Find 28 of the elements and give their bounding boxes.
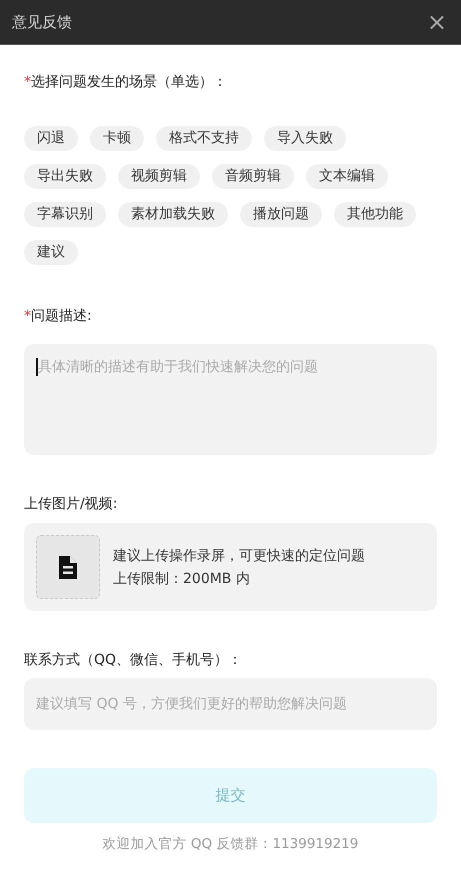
scene-option[interactable]: 格式不支持 <box>156 126 252 151</box>
placeholder-text: 具体清晰的描述有助于我们快速解决您的问题 <box>36 358 318 376</box>
upload-hint: 建议上传操作录屏，可更快速的定位问题 <box>113 546 365 564</box>
section-label: 联系方式（QQ、微信、手机号）： <box>24 651 242 669</box>
placeholder-text: 建议填写 QQ 号，方便我们更好的帮助您解决问题 <box>36 695 347 713</box>
scene-option[interactable]: 文本编辑 <box>306 164 388 189</box>
window-title: 意见反馈 <box>12 12 72 32</box>
scene-option[interactable]: 素材加载失败 <box>118 202 228 227</box>
section-label: 上传图片/视频: <box>24 495 118 513</box>
required-mark: * <box>24 308 31 324</box>
section-label: 选择问题发生的场景（单选）： <box>31 73 227 91</box>
scene-option[interactable]: 导入失败 <box>264 126 346 151</box>
scene-option[interactable]: 其他功能 <box>334 202 416 227</box>
scene-option[interactable]: 音频剪辑 <box>212 164 294 189</box>
upload-dropzone[interactable] <box>36 535 100 599</box>
document-icon <box>58 554 78 580</box>
scene-option[interactable]: 视频剪辑 <box>118 164 200 189</box>
close-button[interactable]: × <box>424 10 449 34</box>
section-label: 问题描述: <box>31 307 92 325</box>
scene-option[interactable]: 闪退 <box>24 126 78 151</box>
footer-note: 欢迎加入官方 QQ 反馈群：1139919219 <box>102 835 360 853</box>
scene-option[interactable]: 卡顿 <box>90 126 144 151</box>
scene-option[interactable]: 字幕识别 <box>24 202 106 227</box>
scene-option[interactable]: 导出失败 <box>24 164 106 189</box>
scene-option[interactable]: 建议 <box>24 240 78 265</box>
required-mark: * <box>24 74 31 90</box>
scene-option[interactable]: 播放问题 <box>240 202 322 227</box>
upload-limit: 上传限制：200MB 内 <box>113 570 251 588</box>
